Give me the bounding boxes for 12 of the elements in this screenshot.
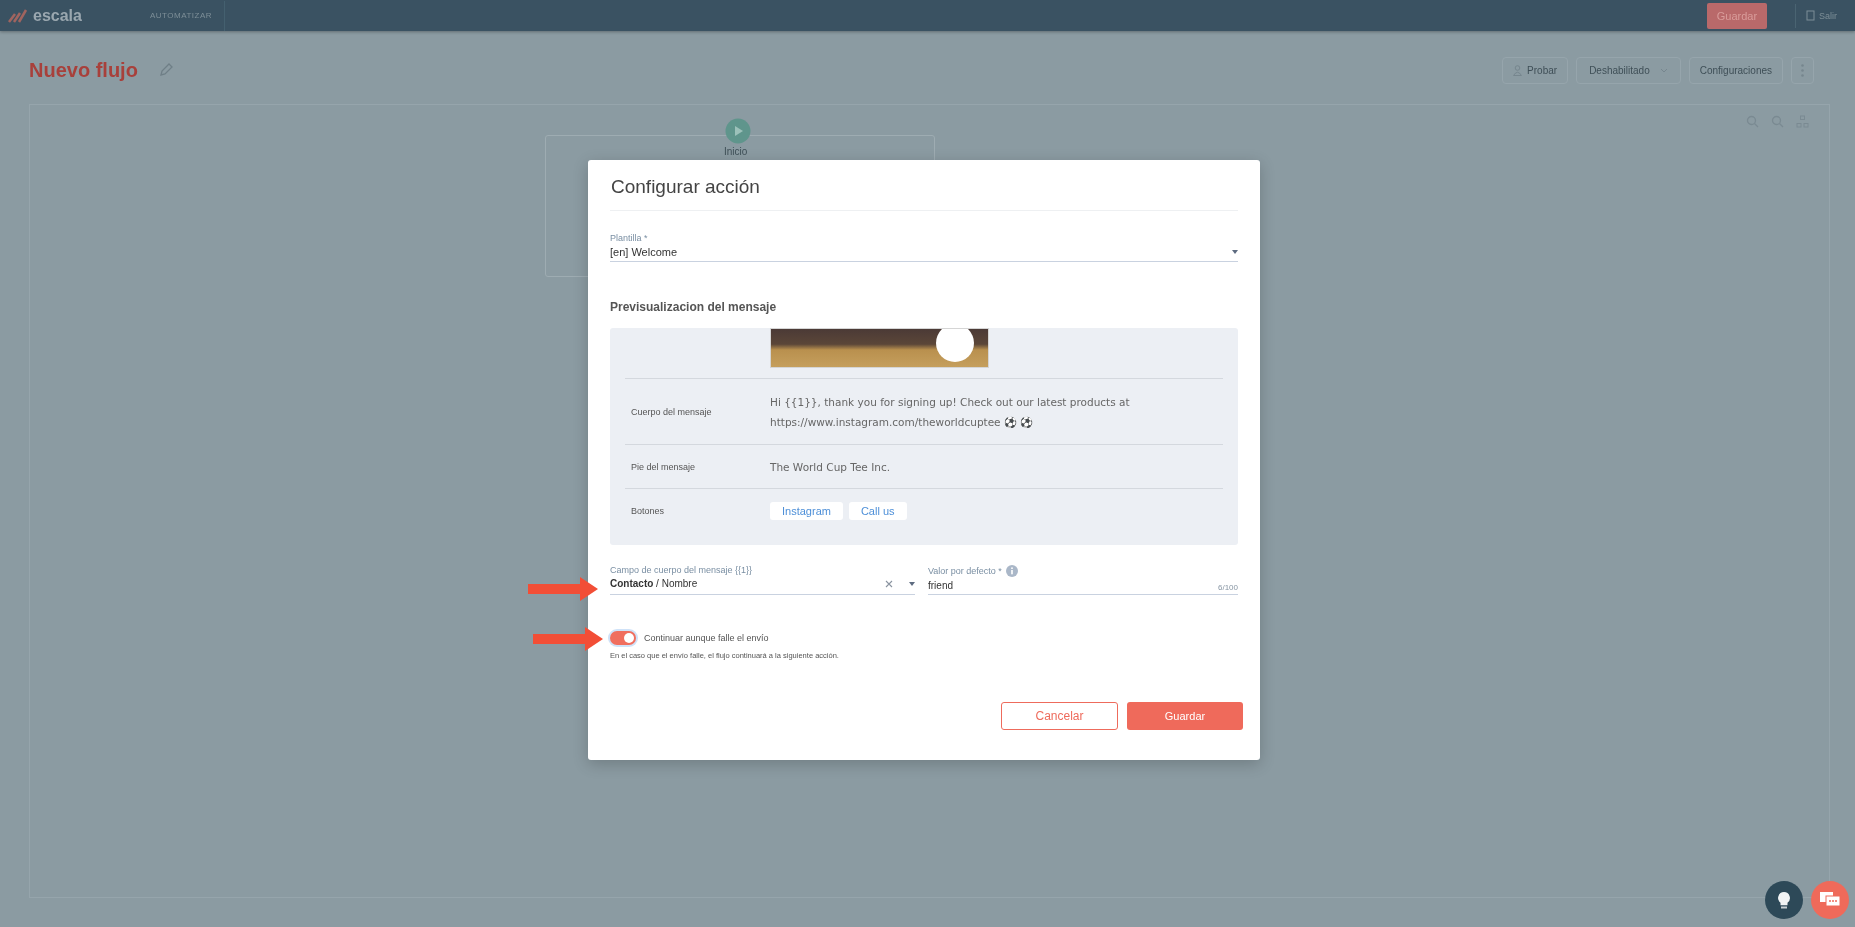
page-title: Nuevo flujo bbox=[29, 58, 138, 82]
logo-text: escala bbox=[33, 6, 82, 25]
message-text: The World Cup Tee Inc. bbox=[770, 459, 891, 475]
dialog-title: Configurar acción bbox=[610, 160, 1238, 211]
row-label: Botones bbox=[630, 506, 666, 516]
message-text: Hi {{1}}, thank you for signing up! Check out our latest products at https://www.instagram.com/theworldcuptee ⚽ ⚽ bbox=[770, 394, 1130, 430]
row-label: Pie del mensaje bbox=[630, 461, 697, 472]
node-label: Inicio bbox=[724, 146, 748, 157]
section-heading: Previsualizacion del mensaje bbox=[610, 300, 778, 314]
row-label: Cuerpo del mensaje bbox=[630, 406, 713, 417]
toggle-label: Continuar aunque falle el envío bbox=[644, 633, 769, 643]
character-counter: 6/100 bbox=[1217, 583, 1238, 592]
